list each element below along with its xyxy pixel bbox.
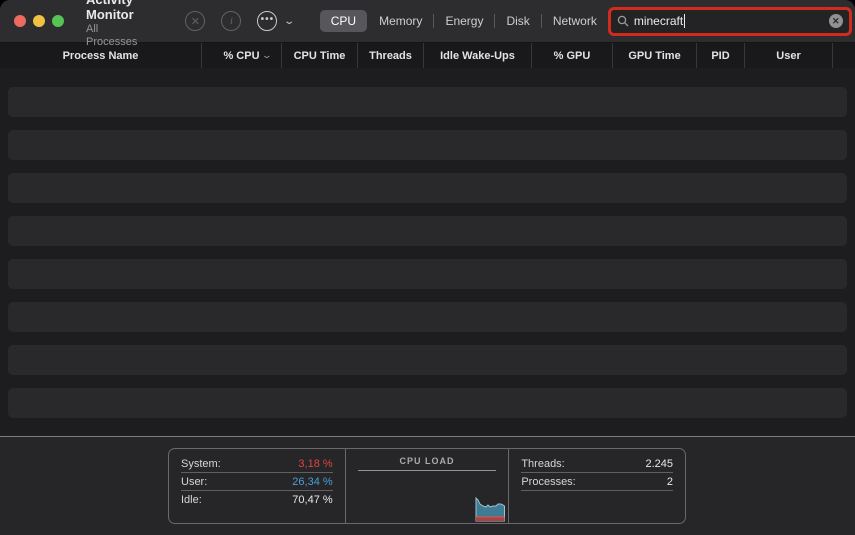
tab-energy[interactable]: Energy xyxy=(434,10,494,32)
tab-disk[interactable]: Disk xyxy=(495,10,540,32)
chevron-down-icon[interactable]: ⌄ xyxy=(284,16,296,27)
column-header-cpu-percent[interactable]: % CPU⌄ xyxy=(202,43,282,68)
text-caret xyxy=(684,14,685,28)
cpu-load-section: CPU LOAD xyxy=(346,449,510,523)
column-header-filler xyxy=(833,43,855,68)
clear-circle-icon: ✕ xyxy=(832,16,840,27)
quit-process-button[interactable]: ✕ xyxy=(185,11,205,31)
stat-row-processes: Processes: 2 xyxy=(521,473,673,491)
cpu-stats-panel: System: 3,18 % User: 26,34 % Idle: 70,47… xyxy=(168,448,686,524)
activity-monitor-window: Activity Monitor All Processes ✕ i ••• ⌄… xyxy=(0,0,855,535)
inspect-process-button[interactable]: i xyxy=(221,11,241,31)
stat-row-system: System: 3,18 % xyxy=(181,455,333,473)
quit-process-icon: ✕ xyxy=(191,15,200,28)
table-row xyxy=(8,87,847,117)
cpu-load-graph xyxy=(475,495,506,522)
cpu-load-title: CPU LOAD xyxy=(346,456,509,466)
annotation-search-highlight: minecraft ✕ xyxy=(608,7,852,36)
column-header-pid[interactable]: PID xyxy=(697,43,745,68)
stat-row-user: User: 26,34 % xyxy=(181,473,333,491)
cpu-load-underline xyxy=(358,470,497,471)
stat-row-idle: Idle: 70,47 % xyxy=(181,491,333,509)
zoom-window-button[interactable] xyxy=(52,15,64,27)
column-header-gpu-percent[interactable]: % GPU xyxy=(532,43,613,68)
view-tabs: CPU Memory Energy Disk Network xyxy=(320,9,608,33)
process-table-body xyxy=(0,68,855,436)
stat-row-threads: Threads: 2.245 xyxy=(521,455,673,473)
inspect-info-icon: i xyxy=(230,15,233,27)
close-window-button[interactable] xyxy=(14,15,26,27)
search-value: minecraft xyxy=(634,14,683,28)
column-header-cpu-time[interactable]: CPU Time xyxy=(282,43,358,68)
traffic-lights xyxy=(14,15,64,27)
titlebar: Activity Monitor All Processes ✕ i ••• ⌄… xyxy=(0,0,855,43)
tab-memory[interactable]: Memory xyxy=(368,10,433,32)
more-options-button[interactable]: ••• xyxy=(257,11,277,31)
table-row xyxy=(8,388,847,418)
column-header-process-name[interactable]: Process Name xyxy=(0,43,202,68)
more-options-icon: ••• xyxy=(261,14,275,25)
search-icon xyxy=(617,15,629,27)
sort-descending-icon: ⌄ xyxy=(262,50,273,61)
column-header-gpu-time[interactable]: GPU Time xyxy=(613,43,697,68)
tab-network[interactable]: Network xyxy=(542,10,608,32)
table-row xyxy=(8,345,847,375)
clear-search-button[interactable]: ✕ xyxy=(829,14,843,28)
footer: System: 3,18 % User: 26,34 % Idle: 70,47… xyxy=(0,437,855,535)
window-title: Activity Monitor xyxy=(86,0,137,23)
column-header-idle-wake-ups[interactable]: Idle Wake-Ups xyxy=(424,43,532,68)
column-header-user[interactable]: User xyxy=(745,43,833,68)
table-row xyxy=(8,130,847,160)
table-row xyxy=(8,302,847,332)
table-row xyxy=(8,259,847,289)
column-header-threads[interactable]: Threads xyxy=(358,43,424,68)
minimize-window-button[interactable] xyxy=(33,15,45,27)
table-header: Process Name % CPU⌄ CPU Time Threads Idl… xyxy=(0,43,855,68)
process-counts-section: Threads: 2.245 Processes: 2 xyxy=(509,449,685,523)
table-row xyxy=(8,173,847,203)
cpu-usage-section: System: 3,18 % User: 26,34 % Idle: 70,47… xyxy=(169,449,346,523)
title-block: Activity Monitor All Processes xyxy=(86,0,137,49)
table-row xyxy=(8,216,847,246)
tab-cpu[interactable]: CPU xyxy=(320,10,367,32)
search-input[interactable]: minecraft ✕ xyxy=(611,10,849,33)
